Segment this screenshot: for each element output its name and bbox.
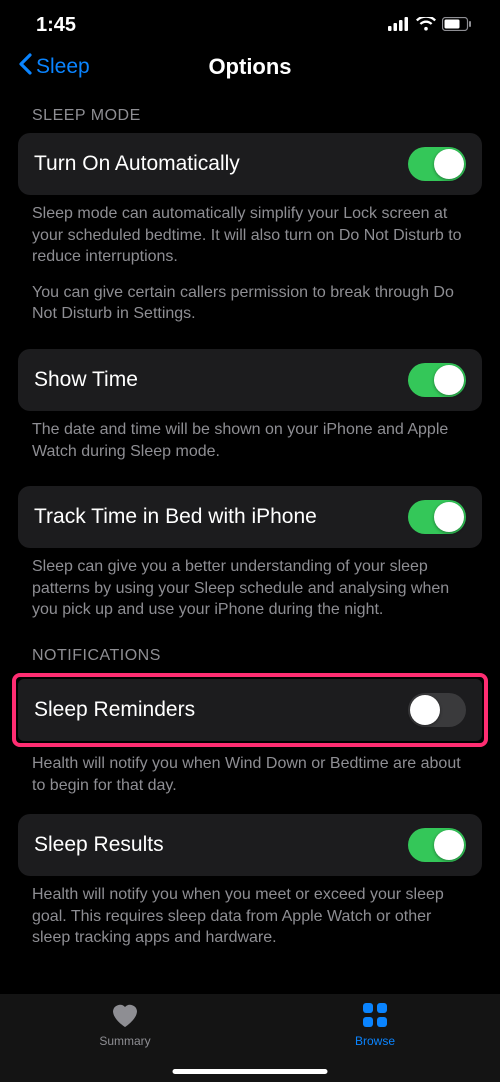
home-indicator[interactable] xyxy=(173,1069,328,1074)
cell-label: Sleep Reminders xyxy=(34,698,195,722)
cellular-icon xyxy=(388,14,410,37)
heart-icon xyxy=(110,1002,140,1031)
back-label: Sleep xyxy=(36,55,90,79)
chevron-left-icon xyxy=(18,53,32,81)
footer-reminders: Health will notify you when Wind Down or… xyxy=(18,745,482,796)
footer-show-time: The date and time will be shown on your … xyxy=(18,411,482,462)
tab-label: Browse xyxy=(355,1034,395,1048)
status-indicators xyxy=(388,14,472,37)
cell-sleep-reminders[interactable]: Sleep Reminders xyxy=(18,679,482,741)
footer-track: Sleep can give you a better understandin… xyxy=(18,548,482,621)
toggle-sleep-reminders[interactable] xyxy=(408,693,466,727)
status-bar: 1:45 xyxy=(0,0,500,43)
cell-label: Sleep Results xyxy=(34,833,164,857)
cell-label: Track Time in Bed with iPhone xyxy=(34,505,317,529)
grid-icon xyxy=(362,1002,388,1031)
footer-auto: Sleep mode can automatically simplify yo… xyxy=(18,195,482,325)
cell-turn-on-automatically[interactable]: Turn On Automatically xyxy=(18,133,482,195)
tab-label: Summary xyxy=(99,1034,150,1048)
status-time: 1:45 xyxy=(36,14,76,37)
footer-results: Health will notify you when you meet or … xyxy=(18,876,482,949)
section-header-notifications: NOTIFICATIONS xyxy=(18,647,482,665)
wifi-icon xyxy=(416,14,436,37)
cell-label: Turn On Automatically xyxy=(34,152,240,176)
cell-label: Show Time xyxy=(34,368,138,392)
toggle-turn-on-automatically[interactable] xyxy=(408,147,466,181)
toggle-sleep-results[interactable] xyxy=(408,828,466,862)
toggle-track-time-in-bed[interactable] xyxy=(408,500,466,534)
nav-bar: Sleep Options xyxy=(0,43,500,89)
section-header-sleep-mode: SLEEP MODE xyxy=(18,107,482,125)
content: SLEEP MODE Turn On Automatically Sleep m… xyxy=(0,107,500,949)
cell-show-time[interactable]: Show Time xyxy=(18,349,482,411)
battery-icon xyxy=(442,14,472,37)
cell-track-time-in-bed[interactable]: Track Time in Bed with iPhone xyxy=(18,486,482,548)
back-button[interactable]: Sleep xyxy=(18,53,90,81)
cell-sleep-results[interactable]: Sleep Results xyxy=(18,814,482,876)
highlight-sleep-reminders: Sleep Reminders xyxy=(12,673,488,747)
toggle-show-time[interactable] xyxy=(408,363,466,397)
